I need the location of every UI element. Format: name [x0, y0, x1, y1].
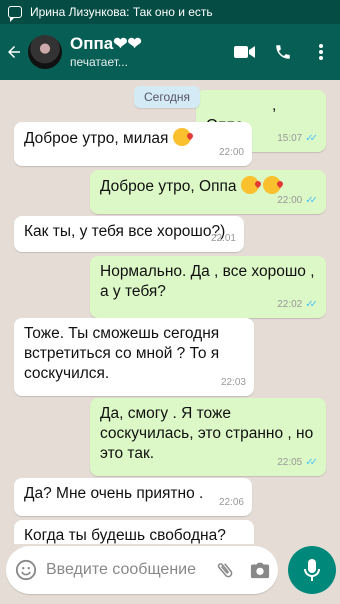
message-bubble-outgoing[interactable]: Доброе утро, Оппа 22:00 ✓✓ [90, 170, 326, 214]
contact-status: печатает... [70, 55, 128, 69]
message-text: Да? Мне очень приятно . [24, 485, 204, 502]
kiss-emoji-icon [172, 128, 191, 146]
message-time: 22:02 ✓✓ [277, 295, 318, 315]
microphone-icon[interactable] [288, 546, 336, 594]
message-text: Когда ты будешь свободна? [24, 527, 226, 544]
message-bubble-outgoing[interactable]: Нормально. Да , все хорошо , а у тебя? 2… [90, 256, 326, 318]
message-time: 22:00 ✓✓ [277, 191, 318, 211]
notification-text: Ирина Лизункова: Так оно и есть [30, 5, 213, 19]
read-ticks-icon: ✓✓ [305, 133, 318, 144]
message-text: Как ты, у тебя все хорошо?) [24, 223, 226, 240]
message-time: 22:00 [218, 147, 244, 158]
paperclip-icon[interactable] [208, 546, 242, 594]
camera-icon[interactable] [242, 546, 278, 594]
chat-header: Оппа❤❤ печатает... [0, 24, 340, 80]
message-text: Доброе утро, милая [24, 130, 169, 147]
emoji-icon[interactable] [6, 546, 46, 594]
arrow-back-icon[interactable] [0, 24, 28, 80]
read-ticks-icon: ✓✓ [305, 195, 318, 206]
read-ticks-icon: ✓✓ [305, 299, 318, 310]
message-time: 22:06 [218, 497, 244, 508]
contact-avatar[interactable] [28, 35, 62, 69]
message-bubble-incoming[interactable]: Когда ты будешь свободна? [14, 520, 254, 544]
message-text: Тоже. Ты сможешь сегодня встретиться со … [24, 325, 220, 382]
message-bubble-incoming[interactable]: Как ты, у тебя все хорошо?) 22:01 [14, 216, 244, 252]
read-ticks-icon: ✓✓ [305, 457, 318, 468]
message-composer [6, 546, 278, 594]
date-divider: Сегодня [134, 86, 200, 108]
message-list[interactable]: , Оппа. 15:07✓✓ Сегодня Доброе утро, мил… [0, 80, 340, 544]
message-bubble-incoming[interactable]: Доброе утро, милая 22:00 [14, 122, 252, 166]
heart-eyes-emoji-icon [240, 176, 259, 194]
more-vert-icon[interactable] [302, 24, 340, 80]
message-time: 15:07 ✓✓ [277, 129, 318, 149]
message-bubble-incoming[interactable]: Да? Мне очень приятно . 22:06 [14, 478, 252, 516]
contact-title[interactable]: Оппа❤❤ печатает... [70, 34, 226, 70]
phone-icon[interactable] [264, 24, 302, 80]
message-bubble-outgoing[interactable]: Да, смогу . Я тоже соскучилась, это стра… [90, 398, 326, 476]
status-bar: Ирина Лизункова: Так оно и есть [0, 0, 340, 24]
contact-name: Оппа❤❤ [70, 34, 142, 53]
message-text: Доброе утро, Оппа [100, 178, 237, 195]
video-call-icon[interactable] [226, 24, 264, 80]
message-bubble-incoming[interactable]: Тоже. Ты сможешь сегодня встретиться со … [14, 318, 254, 396]
message-input[interactable] [46, 561, 208, 579]
message-time: 22:01 [210, 233, 236, 244]
message-time: 22:03 [220, 377, 246, 388]
message-notification-icon [8, 6, 22, 22]
message-time: 22:05 ✓✓ [277, 453, 318, 473]
